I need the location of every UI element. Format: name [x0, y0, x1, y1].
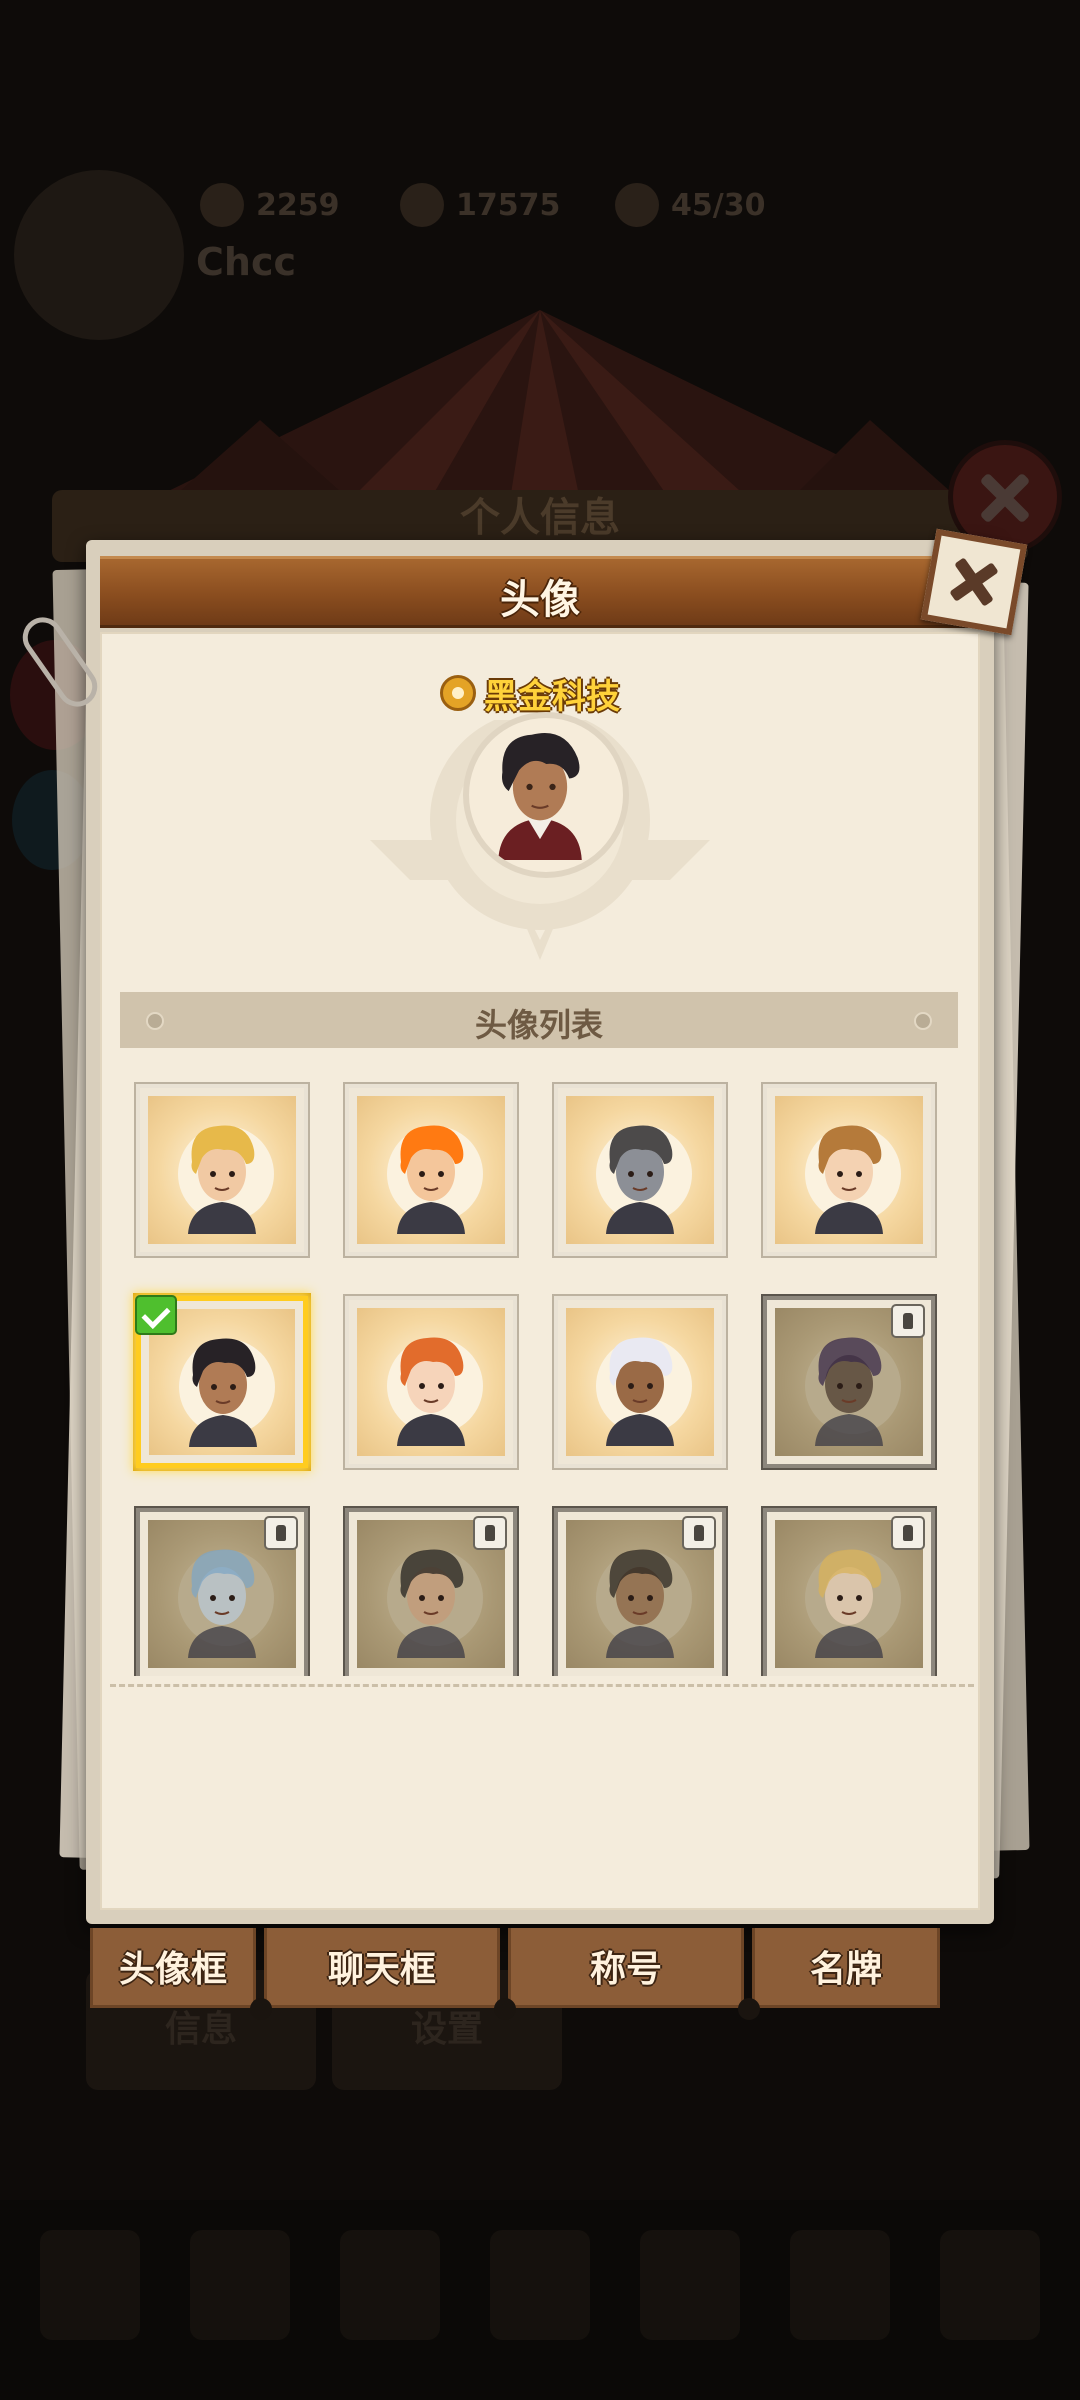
avatar-tile[interactable] [135, 1295, 308, 1468]
avatar-tile[interactable] [554, 1508, 726, 1676]
current-avatar-name: 黑金科技 [440, 668, 620, 718]
tab-label: 聊天框 [327, 1949, 436, 1990]
tab-title[interactable]: 称号 [508, 1928, 744, 2008]
bg-player-name: Chcc [196, 240, 296, 284]
check-icon [135, 1295, 177, 1335]
tab-avatar-frame[interactable]: 头像框 [90, 1928, 256, 2008]
tab-label: 称号 [589, 1949, 662, 1990]
bg-nav-item [490, 2230, 590, 2340]
avatar-tile[interactable] [345, 1084, 517, 1256]
avatar-tile[interactable] [345, 1508, 517, 1676]
avatar-tile[interactable] [345, 1296, 517, 1468]
lock-icon [682, 1516, 716, 1550]
bg-resource-value: 17575 [456, 187, 561, 223]
portrait-icon [606, 1337, 674, 1446]
portrait-icon [397, 1337, 465, 1446]
portrait-icon [815, 1125, 883, 1234]
bg-nav-item [640, 2230, 740, 2340]
gem-icon [200, 183, 244, 227]
avatar-grid[interactable] [120, 1070, 960, 1676]
avatar-list-header: 头像列表 [120, 992, 958, 1048]
tab-peg [738, 1998, 760, 2020]
lock-icon [264, 1516, 298, 1550]
tab-peg [494, 1998, 516, 2020]
close-button[interactable] [920, 528, 1028, 636]
tab-label: 名牌 [809, 1949, 882, 1990]
avatar-list-title: 头像列表 [474, 1006, 603, 1044]
coin-icon [400, 183, 444, 227]
lock-icon [891, 1304, 925, 1338]
bg-nav-item [940, 2230, 1040, 2340]
avatar-tile[interactable] [554, 1084, 726, 1256]
bg-resource-energy: 45/30 [615, 180, 765, 230]
bg-nav-item [790, 2230, 890, 2340]
bg-resource-coins: 17575 [400, 180, 560, 230]
portrait-icon [397, 1125, 465, 1234]
avatar-tile[interactable] [763, 1084, 935, 1256]
tab-nameplate[interactable]: 名牌 [752, 1928, 940, 2008]
bg-nav-item [190, 2230, 290, 2340]
bg-resource-gems: 2259 [200, 180, 340, 230]
avatar-tile[interactable] [763, 1296, 935, 1468]
header-dot-icon [914, 1012, 932, 1030]
bg-header-title: 个人信息 [460, 495, 620, 541]
popup-title-bar: 头像 [100, 556, 980, 628]
gear-icon [440, 675, 476, 711]
avatar-tile[interactable] [554, 1296, 726, 1468]
popup-title: 头像 [500, 577, 580, 623]
tab-peg [250, 1998, 272, 2020]
avatar-tile[interactable] [763, 1508, 935, 1676]
bg-resource-value: 45/30 [671, 187, 766, 223]
lock-icon [891, 1516, 925, 1550]
bg-nav-item [340, 2230, 440, 2340]
bg-resource-value: 2259 [256, 187, 340, 223]
portrait-icon [498, 732, 582, 860]
current-avatar [463, 712, 629, 878]
portrait-icon [606, 1125, 674, 1234]
lock-icon [473, 1516, 507, 1550]
current-avatar-name-text: 黑金科技 [484, 676, 620, 717]
avatar-tile[interactable] [136, 1084, 308, 1256]
avatar-tile[interactable] [136, 1508, 308, 1676]
tab-label: 头像框 [118, 1949, 227, 1990]
tab-chat-frame[interactable]: 聊天框 [264, 1928, 500, 2008]
bg-nav-item [40, 2230, 140, 2340]
divider [110, 1684, 974, 1687]
portrait-icon [188, 1125, 256, 1234]
portrait-icon [189, 1338, 257, 1447]
energy-icon [615, 183, 659, 227]
